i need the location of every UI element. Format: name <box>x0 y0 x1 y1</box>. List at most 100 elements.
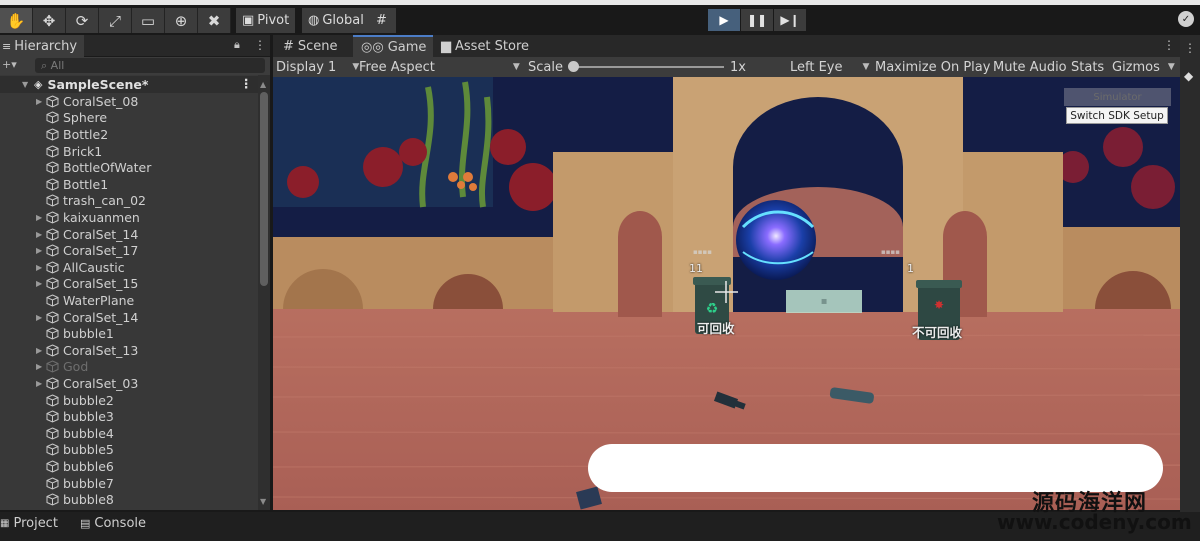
custom-tool-icon[interactable]: ✖ <box>198 8 231 33</box>
transform-tool-icon[interactable]: ⊕ <box>165 8 198 33</box>
gameobject-cube-icon <box>46 178 59 191</box>
tab-scene[interactable]: # Scene <box>275 35 346 57</box>
scale-label: Scale <box>528 59 563 75</box>
hierarchy-item[interactable]: bubble7 <box>0 475 258 492</box>
hierarchy-search-input[interactable]: ⌕ All <box>35 58 265 73</box>
add-dropdown-icon[interactable]: +▾ <box>2 58 17 71</box>
scroll-down-icon[interactable]: ▼ <box>260 497 266 506</box>
hierarchy-item[interactable]: ▶ CoralSet_13 <box>0 342 258 359</box>
hierarchy-item[interactable]: ▶ AllCaustic <box>0 259 258 276</box>
hierarchy-panel: ▼ ◈ SampleScene* ⋮ ▶ CoralSet_08 Sphere Bot… <box>0 75 270 510</box>
search-icon: ⌕ <box>41 59 51 72</box>
left-score-label: ▪▪▪▪ <box>693 248 712 256</box>
fold-arrow-icon[interactable]: ▶ <box>36 213 46 222</box>
hand-tool-icon[interactable]: ✋ <box>0 8 33 33</box>
tab-asset-store[interactable]: ▆ Asset Store <box>433 35 537 57</box>
hierarchy-item[interactable]: bubble8 <box>0 491 258 508</box>
hierarchy-item[interactable]: bubble5 <box>0 442 258 459</box>
console-tab-label: Console <box>94 515 147 531</box>
hierarchy-item[interactable]: ▶ CoralSet_15 <box>0 276 258 293</box>
scale-value: 1x <box>730 59 746 75</box>
right-count: 1 <box>907 262 914 275</box>
rotate-tool-icon[interactable]: ⟳ <box>66 8 99 33</box>
fold-arrow-icon[interactable]: ▶ <box>36 279 46 288</box>
hierarchy-item[interactable]: bubble2 <box>0 392 258 409</box>
aspect-dropdown[interactable]: Free Aspect ▼ <box>359 57 520 77</box>
maximize-on-play-toggle[interactable]: Maximize On Play <box>875 57 990 77</box>
hierarchy-item[interactable]: WaterPlane <box>0 292 258 309</box>
inspector-info-icon[interactable]: ◆ <box>1184 69 1193 83</box>
rect-tool-icon[interactable]: ▭ <box>132 8 165 33</box>
display-dropdown[interactable]: Display 1 ▼ <box>276 57 359 77</box>
grid-snap-button[interactable]: # <box>370 8 396 33</box>
scroll-up-icon[interactable]: ▲ <box>260 80 266 89</box>
tab-console[interactable]: ▤ Console <box>80 513 146 533</box>
enter-button[interactable]: ▪ <box>786 290 862 313</box>
lock-icon[interactable]: 🔒︎ <box>234 38 240 52</box>
fold-arrow-icon[interactable]: ▶ <box>36 97 46 106</box>
move-tool-icon[interactable]: ✥ <box>33 8 66 33</box>
hierarchy-item-label: CoralSet_14 <box>63 226 139 242</box>
scene-menu-icon[interactable]: ⋮ <box>240 76 253 91</box>
hierarchy-item[interactable]: bubble1 <box>0 325 258 342</box>
scale-tool-icon[interactable]: ⤢ <box>99 8 132 33</box>
pivot-button[interactable]: ▣ Pivot <box>236 8 296 33</box>
hierarchy-item[interactable]: bubble4 <box>0 425 258 442</box>
stats-toggle[interactable]: Stats <box>1071 57 1104 77</box>
hierarchy-item[interactable]: ▶ CoralSet_03 <box>0 375 258 392</box>
gameobject-cube-icon <box>46 277 59 290</box>
scene-name: SampleScene* <box>47 76 149 92</box>
hierarchy-item[interactable]: bubble3 <box>0 408 258 425</box>
hierarchy-item[interactable]: ▶ CoralSet_17 <box>0 242 258 259</box>
fold-arrow-icon[interactable]: ▶ <box>36 379 46 388</box>
eye-dropdown[interactable]: Left Eye ▼ <box>790 57 869 77</box>
hierarchy-item[interactable]: ▶ CoralSet_14 <box>0 226 258 243</box>
fold-arrow-icon[interactable]: ▶ <box>36 362 46 371</box>
hierarchy-item[interactable]: ▶ CoralSet_14 <box>0 309 258 326</box>
hierarchy-item-label: CoralSet_15 <box>63 276 139 292</box>
hierarchy-item-label: CoralSet_08 <box>63 93 139 109</box>
tab-project[interactable]: ▦ Project <box>0 513 58 533</box>
hierarchy-item-label: bubble5 <box>63 442 114 458</box>
switch-sdk-button[interactable]: Switch SDK Setup <box>1066 107 1168 124</box>
tab-hierarchy[interactable]: ≡ Hierarchy <box>0 35 84 57</box>
hierarchy-item[interactable]: bubble6 <box>0 458 258 475</box>
scale-slider-track[interactable] <box>572 66 724 68</box>
scene-row[interactable]: ▼ ◈ SampleScene* ⋮ <box>0 76 258 93</box>
simulator-button[interactable]: Simulator <box>1064 88 1171 106</box>
inspector-menu-icon[interactable]: ⋮ <box>1184 41 1196 55</box>
tab-game[interactable]: ◎◎ Game <box>353 35 433 57</box>
step-button[interactable]: ▶❙ <box>774 9 806 31</box>
left-count: 11 <box>689 262 703 275</box>
fold-arrow-icon[interactable]: ▶ <box>36 346 46 355</box>
play-button[interactable]: ▶ <box>708 9 740 31</box>
search-placeholder: All <box>50 59 65 72</box>
fold-arrow-icon[interactable]: ▶ <box>36 263 46 272</box>
mute-audio-toggle[interactable]: Mute Audio <box>993 57 1067 77</box>
hierarchy-item[interactable]: BottleOfWater <box>0 159 258 176</box>
gizmos-dropdown[interactable]: Gizmos ▼ <box>1112 57 1175 77</box>
game-tabbar: # Scene ◎◎ Game ▆ Asset Store ⋮ <box>273 35 1180 57</box>
hierarchy-item-label: kaixuanmen <box>63 209 140 225</box>
hierarchy-item-label: BottleOfWater <box>63 160 152 176</box>
hierarchy-item[interactable]: Sphere <box>0 110 258 127</box>
gameobject-cube-icon <box>46 394 59 407</box>
account-icon[interactable]: ✓ <box>1178 11 1194 27</box>
fold-arrow-icon[interactable]: ▶ <box>36 313 46 322</box>
fold-arrow-icon[interactable]: ▶ <box>36 246 46 255</box>
hierarchy-item[interactable]: ▶ kaixuanmen <box>0 209 258 226</box>
more-menu-icon[interactable]: ⋮ <box>254 38 266 52</box>
hierarchy-item[interactable]: ▶ God <box>0 359 258 376</box>
scale-slider-thumb[interactable] <box>568 61 579 72</box>
fold-arrow-icon[interactable]: ▶ <box>36 230 46 239</box>
hierarchy-item[interactable]: trash_can_02 <box>0 193 258 210</box>
hierarchy-item[interactable]: ▶ CoralSet_08 <box>0 93 258 110</box>
hierarchy-item[interactable]: Bottle1 <box>0 176 258 193</box>
fold-arrow-icon[interactable]: ▼ <box>22 80 32 89</box>
global-button[interactable]: ◍ Global <box>302 8 370 33</box>
game-more-menu-icon[interactable]: ⋮ <box>1163 38 1175 52</box>
hierarchy-item[interactable]: Brick1 <box>0 143 258 160</box>
pause-button[interactable]: ❚❚ <box>741 9 773 31</box>
hierarchy-item[interactable]: Bottle2 <box>0 126 258 143</box>
hierarchy-scroll-thumb[interactable] <box>260 92 268 286</box>
